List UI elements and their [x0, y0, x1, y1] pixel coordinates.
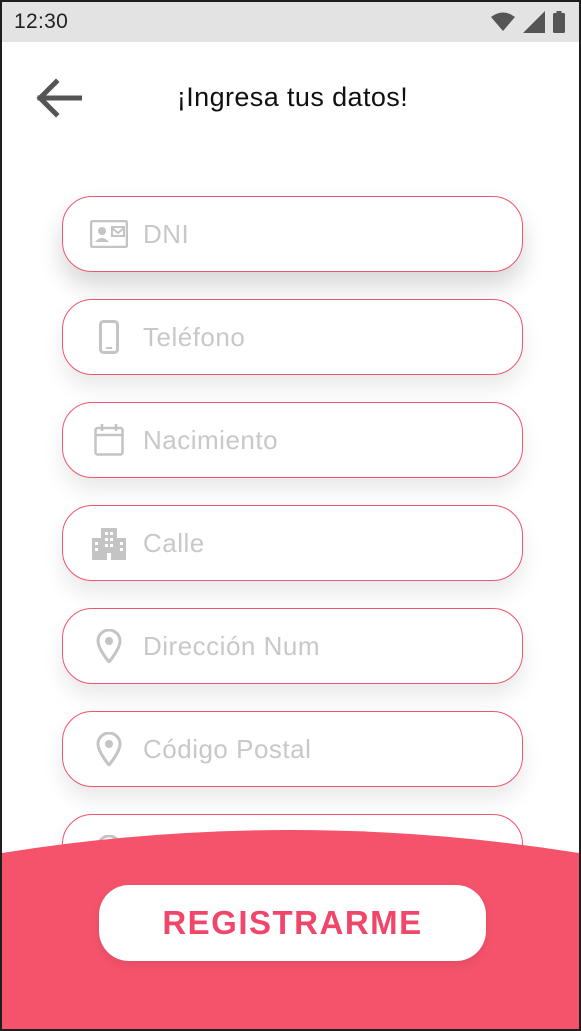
dni-input[interactable]	[143, 197, 503, 271]
battery-icon	[553, 11, 565, 33]
phone-screen: 12:30 ¡Ingresa tus datos! DNI Teléfono N…	[0, 0, 581, 1031]
wifi-icon	[491, 12, 515, 32]
postal-code-field[interactable]	[62, 711, 523, 787]
phone-field[interactable]	[62, 299, 523, 375]
status-icons	[491, 11, 565, 33]
building-icon	[89, 525, 129, 561]
phone-icon	[89, 319, 129, 355]
status-bar: 12:30	[2, 2, 579, 42]
calendar-icon	[89, 422, 129, 458]
birthdate-input[interactable]	[143, 403, 503, 477]
location-pin-icon	[89, 731, 129, 767]
phone-input[interactable]	[143, 300, 503, 374]
address-number-input[interactable]	[143, 609, 503, 683]
status-time: 12:30	[14, 10, 69, 33]
id-card-icon	[89, 216, 129, 252]
page-title: ¡Ingresa tus datos!	[176, 82, 409, 112]
header: ¡Ingresa tus datos!	[2, 42, 579, 152]
signal-icon	[523, 11, 545, 33]
address-number-field[interactable]	[62, 608, 523, 684]
postal-code-input[interactable]	[143, 712, 503, 786]
birthdate-field[interactable]	[62, 402, 523, 478]
street-input[interactable]	[143, 506, 503, 580]
dni-field[interactable]	[62, 196, 523, 272]
location-pin-icon	[89, 628, 129, 664]
register-button[interactable]: REGISTRARME	[99, 885, 486, 961]
street-field[interactable]	[62, 505, 523, 581]
